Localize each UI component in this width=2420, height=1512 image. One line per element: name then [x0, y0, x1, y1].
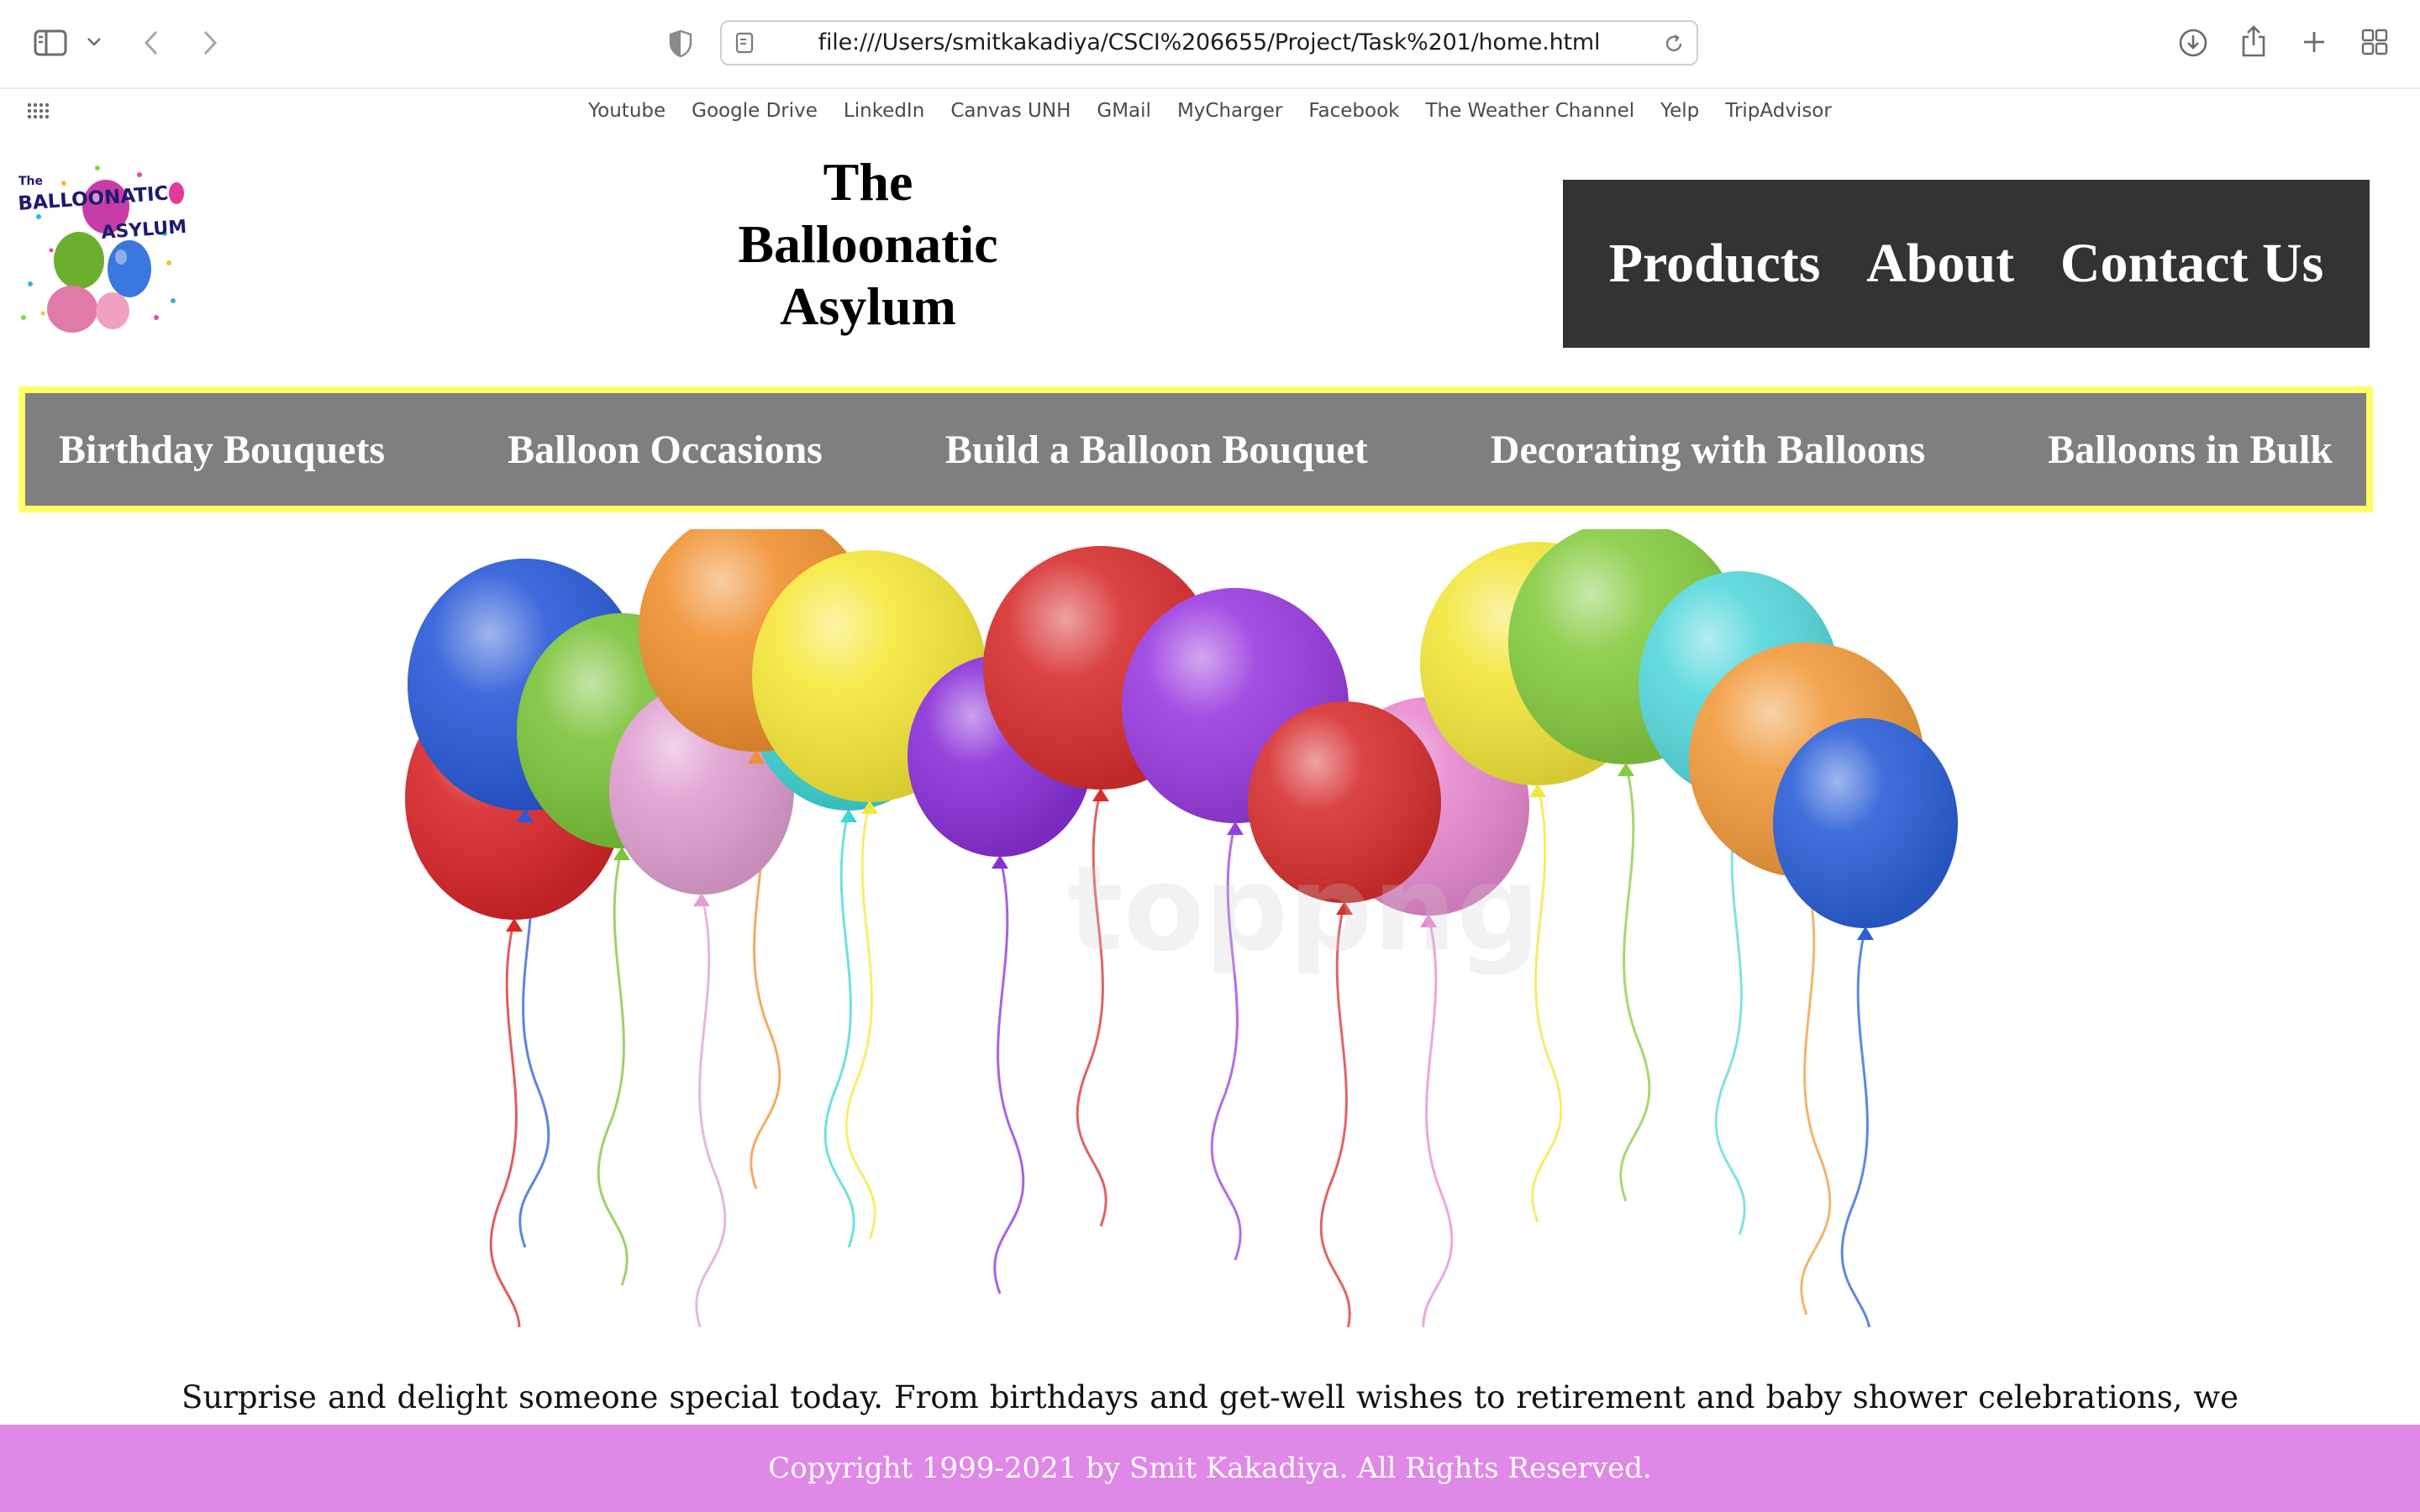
shield-icon	[669, 29, 692, 58]
new-tab-button[interactable]	[2297, 25, 2331, 59]
favorite-mycharger[interactable]: MyCharger	[1177, 100, 1282, 122]
favorite-facebook[interactable]: Facebook	[1308, 100, 1399, 122]
category-build-a-bouquet[interactable]: Build a Balloon Bouquet	[945, 427, 1368, 473]
tab-overview-button[interactable]	[2358, 25, 2391, 59]
back-button[interactable]	[136, 25, 166, 60]
favorite-canvas-unh[interactable]: Canvas UNH	[950, 100, 1071, 122]
share-button[interactable]	[2238, 22, 2269, 60]
favorites-bar: Youtube Google Drive LinkedIn Canvas UNH…	[0, 89, 2420, 133]
favorites-list: Youtube Google Drive LinkedIn Canvas UNH…	[0, 89, 2420, 133]
category-nav: Birthday Bouquets Balloon Occasions Buil…	[18, 386, 2373, 512]
back-icon	[144, 30, 158, 55]
copyright-text: Copyright 1999-2021 by Smit Kakadiya. Al…	[768, 1452, 1652, 1485]
nav-contact-link[interactable]: Contact Us	[2060, 232, 2323, 296]
address-bar[interactable]: file:///Users/smitkakadiya/CSCI%206655/P…	[720, 20, 1698, 66]
balloon	[1773, 718, 1958, 940]
share-icon	[2242, 25, 2265, 57]
sidebar-icon	[34, 29, 67, 56]
balloon-string	[1619, 764, 1651, 1202]
logo-text-the: The	[18, 175, 43, 188]
sidebar-menu-button[interactable]	[84, 32, 104, 52]
balloon-string	[489, 919, 521, 1327]
balloon-string	[823, 810, 855, 1248]
category-balloons-in-bulk[interactable]: Balloons in Bulk	[2048, 427, 2333, 473]
chevron-down-icon	[87, 38, 101, 46]
favorite-yelp[interactable]: Yelp	[1660, 100, 1699, 122]
category-decorating-with-balloons[interactable]: Decorating with Balloons	[1491, 427, 1925, 473]
top-nav: Products About Contact Us	[1563, 180, 2370, 348]
balloon-string	[695, 894, 727, 1327]
sidebar-toggle-button[interactable]	[32, 27, 69, 59]
category-balloon-occasions[interactable]: Balloon Occasions	[508, 427, 823, 473]
download-icon	[2179, 29, 2207, 57]
balloon-string	[1840, 927, 1871, 1327]
nav-products-link[interactable]: Products	[1609, 232, 1821, 296]
balloon-string	[597, 848, 629, 1286]
hero-balloons-image: toppng	[405, 529, 1958, 1327]
plus-icon	[2304, 32, 2324, 52]
url-text: file:///Users/smitkakadiya/CSCI%206655/P…	[818, 29, 1601, 55]
forward-icon	[203, 30, 218, 55]
privacy-report-button[interactable]	[666, 27, 696, 60]
balloon-string	[1800, 877, 1832, 1315]
balloon-string	[1714, 797, 1746, 1236]
favorite-google-drive[interactable]: Google Drive	[692, 100, 818, 122]
tabs-grid-icon	[2361, 29, 2388, 55]
balloon-string	[993, 856, 1025, 1294]
favorite-gmail[interactable]: GMail	[1097, 100, 1151, 122]
reload-icon[interactable]	[1663, 33, 1685, 55]
site-logo[interactable]: The BALLOONATIC ASYLUM	[13, 158, 188, 333]
nav-about-link[interactable]: About	[1866, 232, 2014, 296]
favorite-weather-channel[interactable]: The Weather Channel	[1425, 100, 1634, 122]
browser-toolbar: file:///Users/smitkakadiya/CSCI%206655/P…	[0, 0, 2420, 89]
category-birthday-bouquets[interactable]: Birthday Bouquets	[59, 427, 385, 473]
hero-watermark: toppng	[1067, 841, 1540, 978]
downloads-button[interactable]	[2176, 25, 2210, 60]
page-footer: Copyright 1999-2021 by Smit Kakadiya. Al…	[0, 1425, 2420, 1512]
favorite-youtube[interactable]: Youtube	[588, 100, 666, 122]
favorite-linkedin[interactable]: LinkedIn	[844, 100, 924, 122]
forward-button[interactable]	[195, 25, 225, 60]
site-title: The Balloonatic Asylum	[738, 152, 998, 336]
favorite-tripadvisor[interactable]: TripAdvisor	[1725, 100, 1832, 122]
